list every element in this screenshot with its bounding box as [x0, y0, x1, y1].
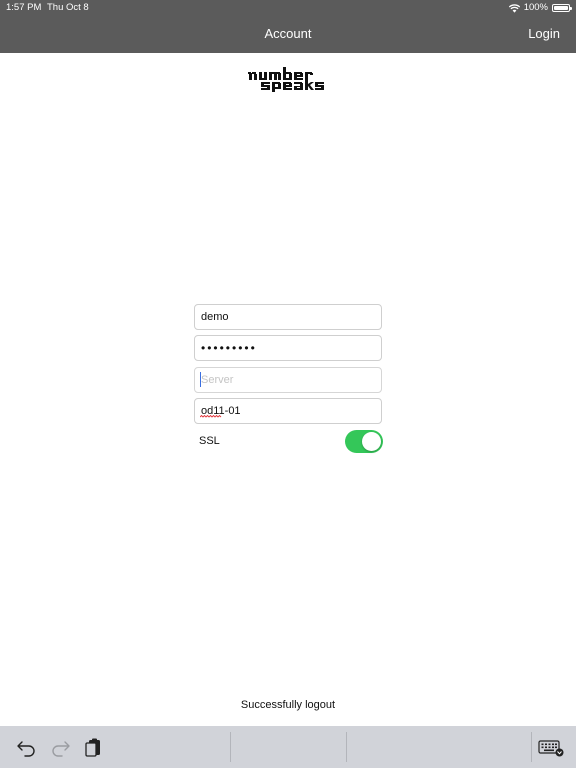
page-title: Account	[264, 26, 312, 41]
server-field[interactable]	[194, 367, 382, 393]
port-field[interactable]	[194, 398, 382, 424]
battery-icon	[552, 4, 572, 12]
password-field[interactable]	[194, 335, 382, 361]
wifi-icon	[508, 3, 520, 13]
bar-divider	[346, 732, 347, 762]
status-date: Thu Oct 8	[47, 2, 89, 13]
bar-divider	[230, 732, 231, 762]
spellcheck-underline	[200, 415, 222, 418]
status-message: Successfully logout	[240, 699, 336, 711]
ssl-label: SSL	[199, 435, 220, 447]
status-right: 100%	[508, 0, 572, 16]
login-button[interactable]: Login	[528, 26, 560, 41]
redo-icon[interactable]	[49, 737, 71, 757]
ssl-toggle[interactable]	[345, 430, 383, 453]
battery-percent: 100%	[523, 2, 548, 13]
keyboard-dismiss-icon[interactable]	[538, 737, 564, 757]
username-field[interactable]	[194, 304, 382, 330]
undo-icon[interactable]	[16, 737, 38, 757]
bar-divider	[531, 732, 532, 762]
text-cursor	[200, 372, 201, 387]
status-time: 1:57 PM	[6, 2, 42, 13]
toggle-knob	[362, 432, 381, 451]
status-bar: 1:57 PM Thu Oct 8 100%	[0, 0, 576, 16]
paste-icon[interactable]	[83, 737, 105, 757]
keyboard-shortcut-bar	[0, 726, 576, 768]
numberspeaks-logo	[248, 67, 324, 92]
navigation-bar: 1:57 PM Thu Oct 8 100% Account Login	[0, 0, 576, 53]
